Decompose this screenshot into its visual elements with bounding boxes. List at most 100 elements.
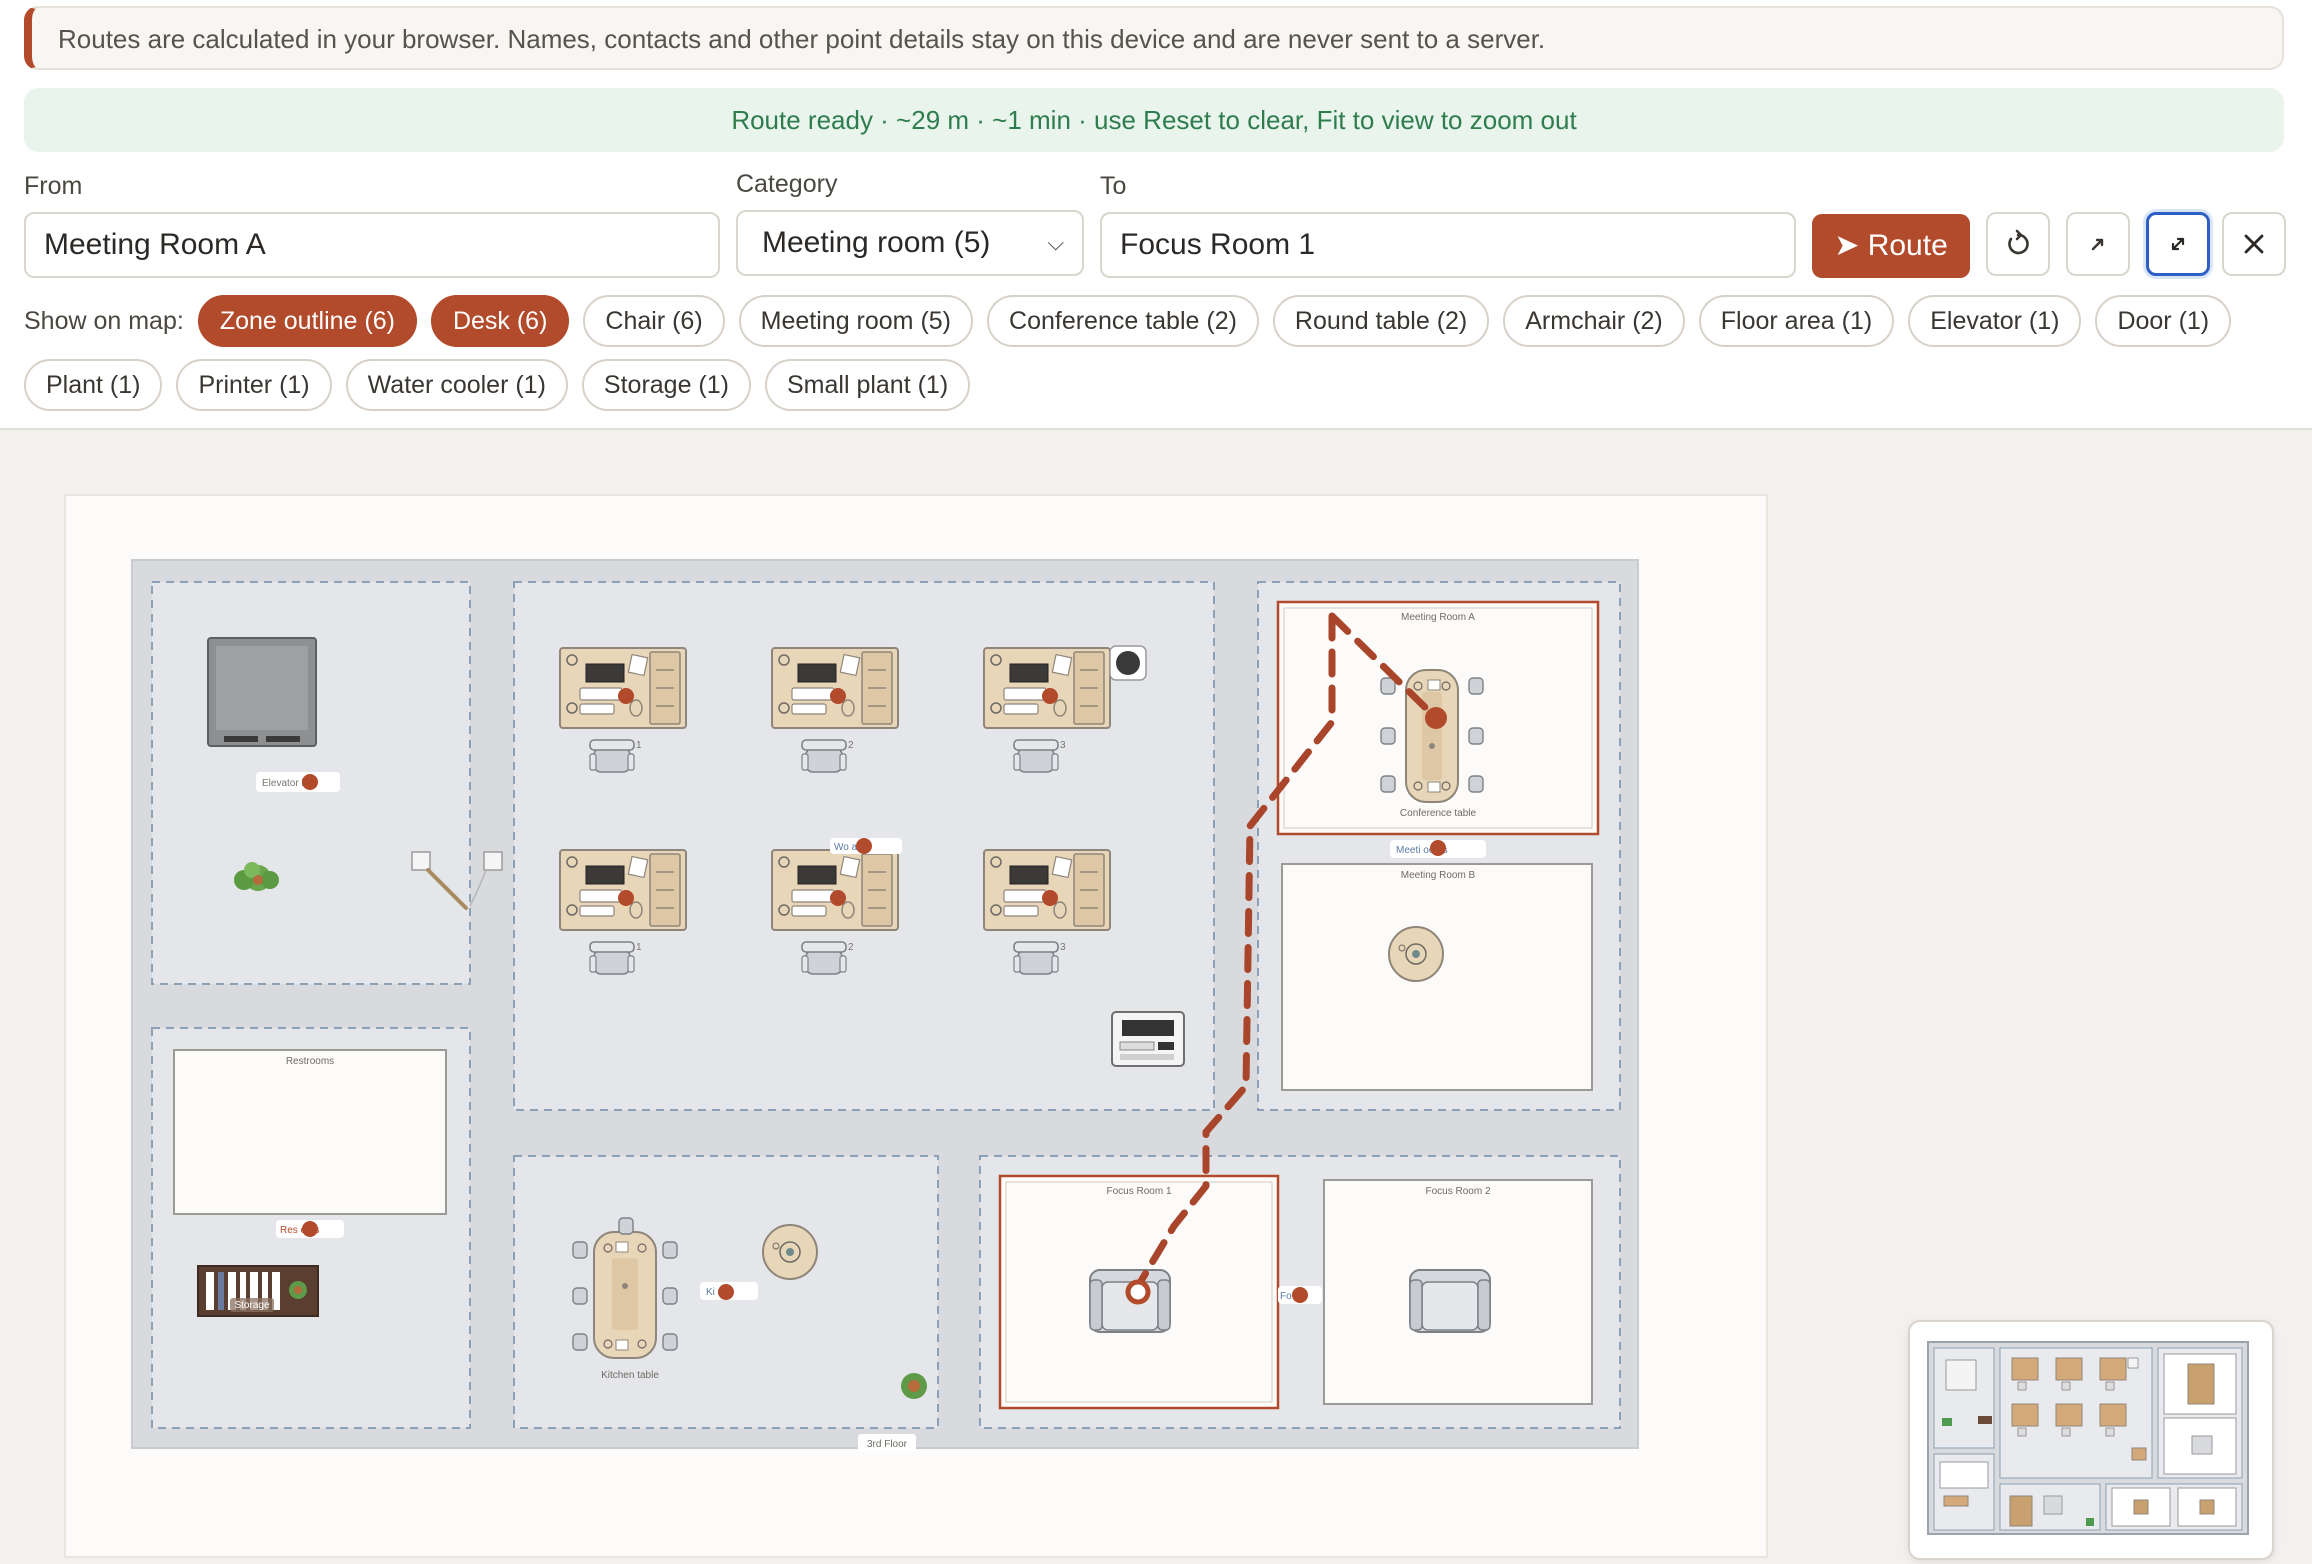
chair-1[interactable] xyxy=(589,739,635,773)
desk-number: 2 xyxy=(848,740,854,751)
arrow-up-right-icon xyxy=(2091,238,2104,251)
chair-4[interactable] xyxy=(589,941,635,975)
storage-label: Storage xyxy=(234,1300,269,1311)
close-icon xyxy=(2244,234,2264,254)
desk-2[interactable] xyxy=(771,647,899,729)
chair-5[interactable] xyxy=(801,941,847,975)
desk-4-pin[interactable] xyxy=(618,890,634,906)
small-plant[interactable] xyxy=(901,1373,927,1399)
restrooms-pin[interactable] xyxy=(302,1221,318,1237)
filter-chip-round-table[interactable]: Round table (2) xyxy=(1272,295,1490,347)
conference-table-a[interactable] xyxy=(1405,669,1459,803)
reset-icon xyxy=(2008,229,2029,255)
printer[interactable] xyxy=(1111,1011,1185,1067)
chair-3[interactable] xyxy=(1013,739,1059,773)
conference-chair[interactable] xyxy=(1468,775,1484,793)
fit-to-view-button[interactable] xyxy=(2146,212,2210,276)
kitchen-chair[interactable] xyxy=(662,1241,678,1259)
conference-chair[interactable] xyxy=(1468,677,1484,695)
kitchen-chair[interactable] xyxy=(662,1287,678,1305)
armchair-2[interactable] xyxy=(1409,1269,1491,1333)
kitchen-pin[interactable] xyxy=(718,1284,734,1300)
filter-chip-chair[interactable]: Chair (6) xyxy=(583,295,725,347)
focus-rooms-pin[interactable] xyxy=(1292,1287,1308,1303)
filter-row-2: Plant (1) Printer (1) Water cooler (1) S… xyxy=(24,359,971,411)
minimap-plan[interactable] xyxy=(1910,1322,2272,1558)
restrooms-label: Restrooms xyxy=(286,1056,334,1067)
conference-chair[interactable] xyxy=(1380,727,1396,745)
desk-5-pin[interactable] xyxy=(830,890,846,906)
route-start-marker[interactable] xyxy=(1425,707,1447,729)
filter-row-1: Show on map: Zone outline (6) Desk (6) C… xyxy=(24,295,2232,347)
filter-chip-plant[interactable]: Plant (1) xyxy=(24,359,163,411)
category-select[interactable]: Meeting room (5) ⌵ xyxy=(736,210,1084,276)
kitchen-chair[interactable] xyxy=(572,1287,588,1305)
meeting-room-a-label: Meeting Room A xyxy=(1401,612,1475,623)
privacy-notice: Routes are calculated in your browser. N… xyxy=(24,6,2284,70)
desk-number: 1 xyxy=(636,740,642,751)
desk-6-pin[interactable] xyxy=(1042,890,1058,906)
meeting-room-b-label: Meeting Room B xyxy=(1401,870,1476,881)
reset-button[interactable] xyxy=(1986,212,2050,276)
close-button[interactable] xyxy=(2222,212,2286,276)
filter-chip-small-plant[interactable]: Small plant (1) xyxy=(764,359,971,411)
filter-chip-meeting-room[interactable]: Meeting room (5) xyxy=(738,295,974,347)
minimap[interactable] xyxy=(1908,1320,2274,1560)
filter-chip-armchair[interactable]: Armchair (2) xyxy=(1503,295,1685,347)
desk-number: 2 xyxy=(848,942,854,953)
desk-1[interactable] xyxy=(559,647,687,729)
map-canvas[interactable]: Elevator by 1 2 3 1 2 3 Wo ace Meeting R… xyxy=(64,494,1768,1558)
elevator-lobby-pin[interactable] xyxy=(302,774,318,790)
floor-plan[interactable]: Elevator by 1 2 3 1 2 3 Wo ace Meeting R… xyxy=(66,496,1766,1556)
route-button[interactable]: ➤ Route xyxy=(1812,214,1970,278)
water-cooler[interactable] xyxy=(1109,645,1147,681)
desk-number: 3 xyxy=(1060,740,1066,751)
filter-chip-door[interactable]: Door (1) xyxy=(2095,295,2232,347)
control-panel: Routes are calculated in your browser. N… xyxy=(0,0,2312,430)
workspace-pin[interactable] xyxy=(856,838,872,854)
desk-5[interactable] xyxy=(771,849,899,931)
desk-4[interactable] xyxy=(559,849,687,931)
conference-table-label: Conference table xyxy=(1400,808,1477,819)
filter-chip-floor-area[interactable]: Floor area (1) xyxy=(1698,295,1895,347)
kitchen-table[interactable] xyxy=(593,1231,657,1359)
share-button[interactable] xyxy=(2066,212,2130,276)
desk-number: 1 xyxy=(636,942,642,953)
desk-3[interactable] xyxy=(983,647,1111,729)
filter-chip-elevator[interactable]: Elevator (1) xyxy=(1908,295,2082,347)
meeting-rooms-pin[interactable] xyxy=(1430,840,1446,856)
kitchen-chair[interactable] xyxy=(572,1241,588,1259)
chevron-down-icon: ⌵ xyxy=(1047,230,1064,255)
chair-2[interactable] xyxy=(801,739,847,773)
conference-chair[interactable] xyxy=(1380,775,1396,793)
round-table-kitchen[interactable] xyxy=(762,1224,818,1280)
kitchen-chair[interactable] xyxy=(572,1333,588,1351)
kitchen-table-label: Kitchen table xyxy=(601,1370,659,1381)
conference-chair[interactable] xyxy=(1468,727,1484,745)
desk-2-pin[interactable] xyxy=(830,688,846,704)
to-input[interactable]: Focus Room 1 xyxy=(1100,212,1796,278)
desk-6[interactable] xyxy=(983,849,1111,931)
fit-to-view-icon xyxy=(2171,237,2185,251)
round-table-b[interactable] xyxy=(1388,926,1444,982)
desk-3-pin[interactable] xyxy=(1042,688,1058,704)
kitchen-chair[interactable] xyxy=(662,1333,678,1351)
filter-chip-printer[interactable]: Printer (1) xyxy=(176,359,332,411)
restrooms[interactable] xyxy=(173,1049,447,1215)
chair-6[interactable] xyxy=(1013,941,1059,975)
filter-label: Show on map: xyxy=(24,306,184,335)
filter-chip-desk[interactable]: Desk (6) xyxy=(430,295,570,347)
meeting-room-b[interactable] xyxy=(1281,863,1593,1091)
focus-room-1-label: Focus Room 1 xyxy=(1106,1186,1171,1197)
desk-1-pin[interactable] xyxy=(618,688,634,704)
route-end-marker[interactable] xyxy=(1125,1279,1151,1305)
filter-chip-water-cooler[interactable]: Water cooler (1) xyxy=(345,359,568,411)
filter-chip-conference-table[interactable]: Conference table (2) xyxy=(987,295,1259,347)
from-input[interactable]: Meeting Room A xyxy=(24,212,720,278)
filter-chip-storage[interactable]: Storage (1) xyxy=(581,359,751,411)
filter-chip-zone-outline[interactable]: Zone outline (6) xyxy=(197,295,417,347)
floor-label: 3rd Floor xyxy=(867,1439,908,1450)
kitchen-chair[interactable] xyxy=(618,1217,634,1235)
focus-room-2-label: Focus Room 2 xyxy=(1425,1186,1490,1197)
elevator[interactable] xyxy=(207,637,317,747)
